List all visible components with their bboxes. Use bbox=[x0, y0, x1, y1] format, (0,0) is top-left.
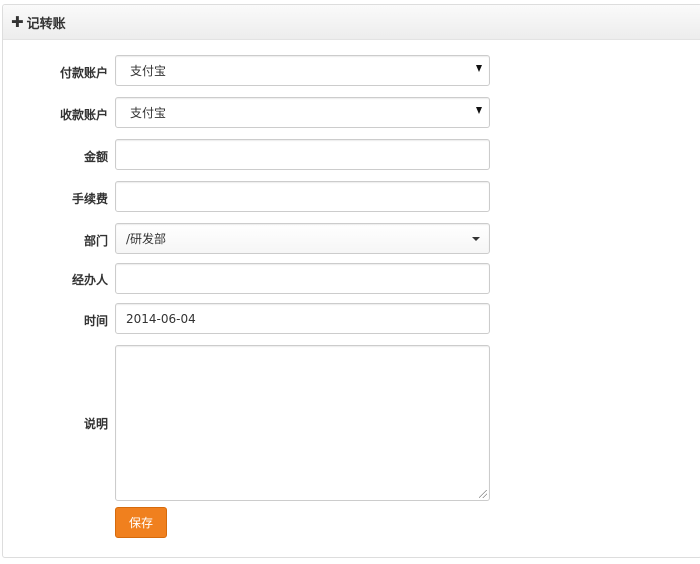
form-row-amount: 金额 bbox=[0, 139, 500, 171]
plus-icon: ✚ bbox=[11, 12, 24, 31]
pay-account-value: 支付宝 bbox=[130, 64, 167, 78]
pay-account-select[interactable]: 支付宝 bbox=[115, 55, 490, 86]
note-textarea[interactable] bbox=[115, 345, 490, 501]
form-row-handler: 经办人 bbox=[0, 263, 500, 295]
panel-title: 记转账 bbox=[26, 16, 66, 32]
form-row-time: 时间 2014-06-04 bbox=[0, 303, 500, 335]
time-label: 时间 bbox=[83, 314, 108, 328]
receive-account-value: 支付宝 bbox=[130, 106, 167, 120]
form-row-note: 说明 bbox=[0, 345, 500, 501]
fee-label: 手续费 bbox=[71, 192, 108, 206]
amount-input[interactable] bbox=[115, 139, 490, 170]
note-label: 说明 bbox=[83, 417, 108, 431]
form-row-fee: 手续费 bbox=[0, 181, 500, 213]
receive-account-select[interactable]: 支付宝 bbox=[115, 97, 490, 128]
department-label: 部门 bbox=[83, 234, 108, 248]
resize-grip-icon[interactable] bbox=[479, 490, 487, 498]
form-row-receive-account: 收款账户 支付宝 bbox=[0, 97, 500, 129]
dropdown-arrow-icon bbox=[476, 107, 482, 114]
time-input[interactable]: 2014-06-04 bbox=[115, 303, 490, 334]
handler-label: 经办人 bbox=[71, 273, 108, 287]
department-value: /研发部 bbox=[126, 232, 167, 246]
receive-account-label: 收款账户 bbox=[59, 108, 108, 122]
panel-heading: ✚ 记转账 bbox=[3, 5, 700, 40]
handler-input[interactable] bbox=[115, 263, 490, 294]
save-button[interactable]: 保存 bbox=[115, 507, 167, 538]
amount-label: 金额 bbox=[83, 150, 108, 164]
caret-down-icon bbox=[472, 237, 480, 241]
dropdown-arrow-icon bbox=[476, 65, 482, 72]
fee-input[interactable] bbox=[115, 181, 490, 212]
pay-account-label: 付款账户 bbox=[59, 66, 108, 80]
time-value: 2014-06-04 bbox=[126, 311, 196, 326]
form-row-department: 部门 /研发部 bbox=[0, 223, 500, 255]
department-select[interactable]: /研发部 bbox=[115, 223, 490, 254]
form-row-pay-account: 付款账户 支付宝 bbox=[0, 55, 500, 87]
